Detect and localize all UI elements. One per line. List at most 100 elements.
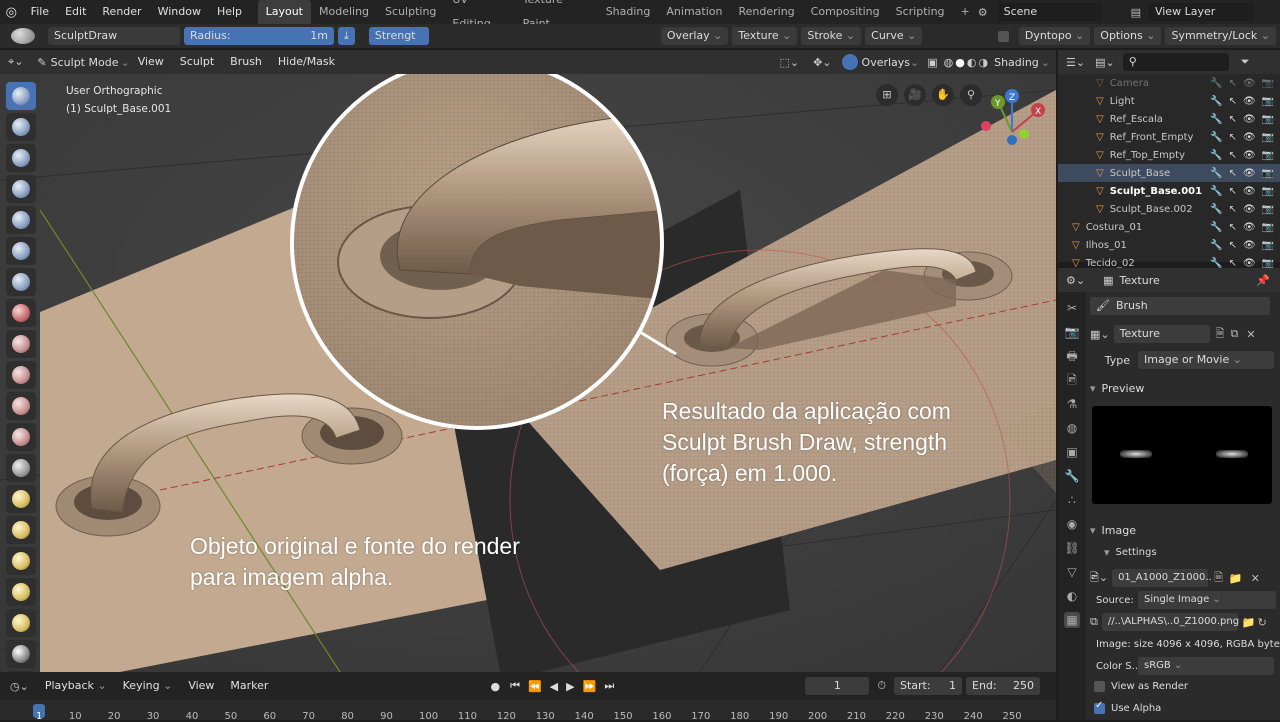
brush-name-field[interactable]: SculptDraw xyxy=(48,27,180,45)
radius-unit-icon[interactable]: ⤓ xyxy=(338,27,355,45)
tool-layer[interactable] xyxy=(6,206,36,234)
viewport-menu-sculpt[interactable]: Sculpt xyxy=(172,50,222,74)
texture-type-dropdown[interactable]: Image or Movie xyxy=(1138,351,1274,369)
view-object-types-icon[interactable]: ⬚⌄ xyxy=(779,56,799,69)
properties-editor-icon[interactable]: ⚙⌄ xyxy=(1066,274,1085,287)
image-name-field[interactable]: 01_A1000_Z1000.. xyxy=(1112,569,1212,587)
shading-rendered-icon[interactable]: ◑ xyxy=(978,56,988,69)
tool-rotate[interactable] xyxy=(6,609,36,637)
tab-shading[interactable]: Shading xyxy=(598,0,659,24)
material-tab-icon[interactable]: ◐ xyxy=(1064,588,1080,604)
visibility-eye-icon[interactable]: 👁 xyxy=(1243,132,1256,143)
viewport-menu-brush[interactable]: Brush xyxy=(222,50,270,74)
render-camera-icon[interactable]: 📷 xyxy=(1262,240,1274,251)
tool-snake-hook[interactable] xyxy=(6,516,36,544)
outliner-search-input[interactable]: ⚲ xyxy=(1122,53,1229,71)
select-toggle-icon[interactable]: ↖ xyxy=(1228,132,1236,143)
image-source-dropdown[interactable]: Single Image xyxy=(1138,591,1276,609)
tool-clay[interactable] xyxy=(6,144,36,172)
outliner-row[interactable]: ▽ Ilhos_01 🔧 ↖ 👁 📷 xyxy=(1058,236,1280,254)
jump-start-icon[interactable]: ⏮ xyxy=(510,679,520,693)
render-camera-icon[interactable]: 📷 xyxy=(1262,258,1274,269)
symmetry-dropdown[interactable]: Symmetry/Lock xyxy=(1165,27,1276,45)
visibility-eye-icon[interactable]: 👁 xyxy=(1243,204,1256,215)
filter-icon[interactable]: ⏷ xyxy=(1241,55,1250,69)
tool-crease[interactable] xyxy=(6,299,36,327)
image-fake-user-icon[interactable]: 🗎 xyxy=(1214,569,1223,588)
3d-viewport[interactable]: Z X Y xyxy=(0,50,1056,672)
stopwatch-icon[interactable]: ⏱ xyxy=(877,679,886,693)
outliner-editor-icon[interactable]: ☰⌄ xyxy=(1066,56,1085,69)
filepath-browse-icon[interactable]: 📁 xyxy=(1242,616,1256,629)
dyntopo-dropdown[interactable]: Dyntopo xyxy=(1018,27,1091,45)
image-open-icon[interactable]: 📁 xyxy=(1229,572,1243,585)
render-camera-icon[interactable]: 📷 xyxy=(1262,222,1274,233)
render-camera-icon[interactable]: 📷 xyxy=(1262,132,1274,143)
pan-hand-icon[interactable]: ✋ xyxy=(932,84,954,106)
menu-window[interactable]: Window xyxy=(150,0,209,24)
select-toggle-icon[interactable]: ↖ xyxy=(1228,186,1236,197)
options-dropdown[interactable]: Options xyxy=(1094,27,1162,45)
outliner-row[interactable]: ▽ Ref_Front_Empty 🔧 ↖ 👁 📷 xyxy=(1058,128,1280,146)
tool-scrape[interactable] xyxy=(6,423,36,451)
texture-name-field[interactable]: Texture xyxy=(1113,325,1210,343)
menu-file[interactable]: File xyxy=(23,0,57,24)
texture-dropdown[interactable]: Texture xyxy=(732,27,798,45)
shading-dropdown[interactable]: Shading xyxy=(994,56,1039,69)
tool-fill[interactable] xyxy=(6,392,36,420)
timeline-menu-marker[interactable]: Marker xyxy=(222,674,276,698)
image-filepath-field[interactable]: //..\ALPHAS\..0_Z1000.png xyxy=(1101,613,1239,631)
preview-section-header[interactable]: ▾ Preview xyxy=(1090,378,1144,398)
image-unlink-icon[interactable]: ✕ xyxy=(1251,572,1260,585)
brush-context-dropdown[interactable]: 🖌 Brush xyxy=(1090,297,1270,315)
visibility-eye-icon[interactable]: 👁 xyxy=(1243,240,1256,251)
tool-draw[interactable] xyxy=(6,82,36,110)
tool-grab[interactable] xyxy=(6,485,36,513)
timeline-menu-keying[interactable]: Keying xyxy=(115,674,181,698)
shading-solid-icon[interactable]: ● xyxy=(955,56,965,69)
object-tab-icon[interactable]: ▣ xyxy=(1064,444,1080,460)
end-frame-field[interactable]: End: 250 xyxy=(966,677,1040,695)
toggle-grid-icon[interactable]: ⊞ xyxy=(876,84,898,106)
data-tab-icon[interactable]: ▽ xyxy=(1064,564,1080,580)
render-camera-icon[interactable]: 📷 xyxy=(1262,96,1274,107)
tool-blob[interactable] xyxy=(6,268,36,296)
constraints-tab-icon[interactable]: ⛓ xyxy=(1064,540,1080,556)
tab-rendering[interactable]: Rendering xyxy=(730,0,802,24)
tab-layout[interactable]: Layout xyxy=(257,0,311,24)
dyntopo-checkbox[interactable] xyxy=(997,30,1009,42)
outliner-row[interactable]: ▽ Sculpt_Base.001 🔧 ↖ 👁 📷 xyxy=(1058,182,1280,200)
image-section-header[interactable]: ▾ Image xyxy=(1090,520,1136,540)
visibility-eye-icon[interactable]: 👁 xyxy=(1243,168,1256,179)
tab-animation[interactable]: Animation xyxy=(658,0,730,24)
visibility-eye-icon[interactable]: 👁 xyxy=(1243,78,1256,89)
image-browse-icon[interactable]: 🖻⌄ xyxy=(1090,569,1108,588)
render-camera-icon[interactable]: 📷 xyxy=(1262,150,1274,161)
outliner-row[interactable]: ▽ Costura_01 🔧 ↖ 👁 📷 xyxy=(1058,218,1280,236)
brush-icon[interactable] xyxy=(11,28,35,44)
xray-icon[interactable]: ▣ xyxy=(927,56,937,69)
select-toggle-icon[interactable]: ↖ xyxy=(1228,150,1236,161)
tab-compositing[interactable]: Compositing xyxy=(803,0,888,24)
select-toggle-icon[interactable]: ↖ xyxy=(1228,78,1236,89)
visibility-eye-icon[interactable]: 👁 xyxy=(1243,222,1256,233)
play-reverse-icon[interactable]: ◀ xyxy=(550,680,558,693)
render-camera-icon[interactable]: 📷 xyxy=(1262,168,1274,179)
visibility-eye-icon[interactable]: 👁 xyxy=(1243,186,1256,197)
render-camera-icon[interactable]: 📷 xyxy=(1262,114,1274,125)
view-layer-tab-icon[interactable]: 🖻 xyxy=(1064,372,1080,388)
jump-end-icon[interactable]: ⏭ xyxy=(604,679,614,693)
render-camera-icon[interactable]: 📷 xyxy=(1262,204,1274,215)
curve-dropdown[interactable]: Curve xyxy=(865,27,923,45)
outliner-row[interactable]: ▽ Sculpt_Base 🔧 ↖ 👁 📷 xyxy=(1058,164,1280,182)
timeline-menu-playback[interactable]: Playback xyxy=(37,674,115,698)
tool-flatten[interactable] xyxy=(6,361,36,389)
render-tab-icon[interactable]: 📷 xyxy=(1064,324,1080,340)
visibility-eye-icon[interactable]: 👁 xyxy=(1243,150,1256,161)
select-toggle-icon[interactable]: ↖ xyxy=(1228,96,1236,107)
tool-pinch[interactable] xyxy=(6,454,36,482)
outliner-row[interactable]: ▽ Ref_Top_Empty 🔧 ↖ 👁 📷 xyxy=(1058,146,1280,164)
tool-tab-icon[interactable]: ✂ xyxy=(1064,300,1080,316)
outliner-row[interactable]: ▽ Ref_Escala 🔧 ↖ 👁 📷 xyxy=(1058,110,1280,128)
blender-logo-icon[interactable]: ◎ xyxy=(0,5,23,20)
